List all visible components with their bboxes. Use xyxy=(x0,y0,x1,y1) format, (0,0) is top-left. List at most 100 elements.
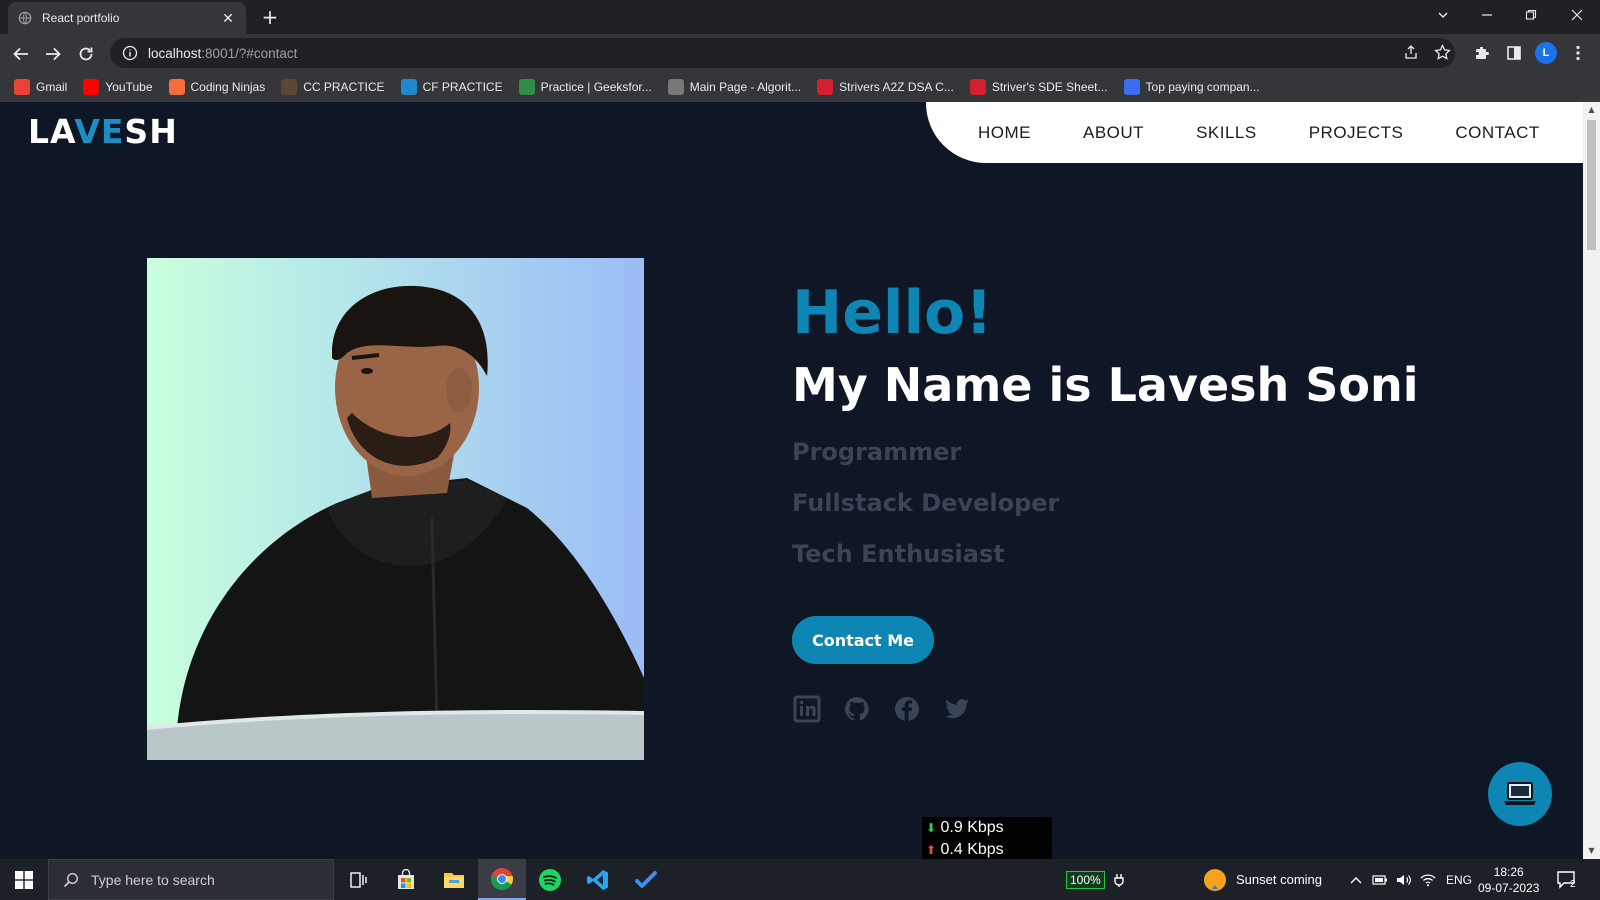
bookmark-item[interactable]: Main Page - Algorit... xyxy=(667,78,802,95)
bookmark-label: Coding Ninjas xyxy=(190,79,266,94)
algorithms-icon xyxy=(667,78,684,95)
weather-text: Sunset coming xyxy=(1236,872,1322,887)
geeksforgeeks-icon xyxy=(518,78,535,95)
chrome-menu-icon[interactable] xyxy=(1566,41,1590,65)
browser-tab[interactable]: React portfolio ✕ xyxy=(8,2,246,34)
hero-name: My Name is Lavesh Soni xyxy=(792,358,1419,412)
tab-search-icon[interactable] xyxy=(1420,0,1466,30)
start-button[interactable] xyxy=(0,859,48,900)
taskbar-spotify[interactable] xyxy=(526,859,574,900)
plug-icon xyxy=(1114,873,1124,887)
side-panel-icon[interactable] xyxy=(1502,41,1526,65)
battery-percent: 100% xyxy=(1066,870,1105,889)
bookmark-item[interactable]: Strivers A2Z DSA C... xyxy=(817,78,954,95)
logo-text-accent: VE xyxy=(74,112,125,151)
taskbar-chrome[interactable] xyxy=(478,859,526,900)
profile-avatar[interactable]: L xyxy=(1534,41,1558,65)
bookmark-label: Main Page - Algorit... xyxy=(689,79,802,94)
bookmark-item[interactable]: Gmail xyxy=(14,78,68,95)
clock-date: 09-07-2023 xyxy=(1478,880,1540,895)
search-placeholder: Type here to search xyxy=(91,871,215,888)
close-window-button[interactable] xyxy=(1554,0,1600,30)
bookmark-star-icon[interactable] xyxy=(1431,41,1453,63)
main-nav: HOME ABOUT SKILLS PROJECTS CONTACT xyxy=(926,102,1583,163)
battery-indicator[interactable]: 100% xyxy=(1066,859,1125,900)
bookmark-item[interactable]: CF PRACTICE xyxy=(400,78,503,95)
scroll-thumb[interactable] xyxy=(1587,120,1596,250)
forward-button[interactable] xyxy=(40,41,66,67)
url-path: :8001/?#contact xyxy=(201,45,298,61)
bookmark-item[interactable]: Top paying compan... xyxy=(1123,78,1260,95)
arrow-left-icon xyxy=(13,47,28,61)
tuf-icon xyxy=(969,78,986,95)
taskbar-vscode[interactable] xyxy=(574,859,622,900)
bookmark-label: Top paying compan... xyxy=(1145,79,1260,94)
github-icon[interactable] xyxy=(842,694,872,724)
back-button[interactable] xyxy=(8,41,34,67)
nav-contact[interactable]: CONTACT xyxy=(1455,123,1539,143)
nav-projects[interactable]: PROJECTS xyxy=(1309,123,1404,143)
bookmarks-bar: Gmail YouTube Coding Ninjas CC PRACTICE CF P… xyxy=(0,72,1600,102)
battery-icon[interactable] xyxy=(1372,874,1388,886)
clock[interactable]: 18:26 09-07-2023 xyxy=(1478,859,1539,900)
bookmark-label: CF PRACTICE xyxy=(422,79,503,94)
social-links xyxy=(792,694,992,724)
spotify-icon xyxy=(539,868,561,891)
notifications-button[interactable]: 2 xyxy=(1556,859,1576,900)
vscode-icon xyxy=(587,869,608,890)
task-view-button[interactable] xyxy=(334,859,382,900)
profile-initial: L xyxy=(1535,42,1557,64)
taskbar-todo[interactable] xyxy=(622,859,670,900)
restore-button[interactable] xyxy=(1508,0,1554,30)
bookmark-item[interactable]: Coding Ninjas xyxy=(168,78,266,95)
bookmark-label: CC PRACTICE xyxy=(303,79,385,94)
globe-icon xyxy=(18,11,32,25)
bookmark-item[interactable]: YouTube xyxy=(83,78,153,95)
bookmark-item[interactable]: CC PRACTICE xyxy=(281,78,385,95)
bookmark-item[interactable]: Practice | Geeksfor... xyxy=(518,78,652,95)
extensions-icon[interactable] xyxy=(1470,41,1494,65)
laptop-fab-button[interactable] xyxy=(1488,762,1552,826)
wifi-icon[interactable] xyxy=(1420,873,1436,887)
language-indicator[interactable]: ENG xyxy=(1446,873,1472,887)
minimize-button[interactable] xyxy=(1464,0,1510,30)
url-host: localhost xyxy=(148,45,202,61)
bookmark-item[interactable]: Striver's SDE Sheet... xyxy=(969,78,1108,95)
scroll-up-arrow[interactable]: ▲ xyxy=(1587,105,1596,115)
new-tab-button[interactable]: + xyxy=(258,6,282,30)
weather-widget[interactable]: Sunset coming xyxy=(1202,859,1322,900)
nav-about[interactable]: ABOUT xyxy=(1083,123,1144,143)
page-scrollbar[interactable]: ▲ ▼ xyxy=(1583,102,1600,859)
volume-icon[interactable] xyxy=(1396,873,1412,887)
bookmark-label: YouTube xyxy=(105,79,153,94)
linkedin-icon[interactable] xyxy=(792,694,822,724)
info-icon[interactable] xyxy=(122,45,138,61)
browser-toolbar: localhost:8001/?#contact L xyxy=(0,34,1600,72)
youtube-icon xyxy=(83,78,100,95)
scroll-down-arrow[interactable]: ▼ xyxy=(1587,846,1596,856)
role-programmer: Programmer xyxy=(792,438,962,466)
address-bar[interactable]: localhost:8001/?#contact xyxy=(110,38,1455,68)
nav-home[interactable]: HOME xyxy=(978,123,1031,143)
profile-photo xyxy=(147,258,644,760)
reload-button[interactable] xyxy=(73,41,99,67)
role-fullstack: Fullstack Developer xyxy=(792,489,1060,517)
contact-me-button[interactable]: Contact Me xyxy=(792,616,934,664)
hero-greeting: Hello! xyxy=(792,278,993,348)
search-icon xyxy=(63,872,79,887)
tab-close-icon[interactable]: ✕ xyxy=(220,10,236,26)
chevron-up-icon[interactable] xyxy=(1350,875,1362,885)
tab-title: React portfolio xyxy=(42,11,120,25)
codeforces-icon xyxy=(400,78,417,95)
bookmark-label: Gmail xyxy=(36,79,68,94)
share-icon[interactable] xyxy=(1400,41,1422,63)
taskbar-file-explorer[interactable] xyxy=(430,859,478,900)
nav-skills[interactable]: SKILLS xyxy=(1196,123,1257,143)
bookmark-label: Practice | Geeksfor... xyxy=(540,79,652,94)
taskbar-search[interactable]: Type here to search xyxy=(48,859,334,900)
facebook-icon[interactable] xyxy=(892,694,922,724)
site-logo[interactable]: LAVESH xyxy=(28,112,178,151)
role-tech-enthusiast: Tech Enthusiast xyxy=(792,540,1005,568)
taskbar-store[interactable] xyxy=(382,859,430,900)
twitter-icon[interactable] xyxy=(942,694,972,724)
